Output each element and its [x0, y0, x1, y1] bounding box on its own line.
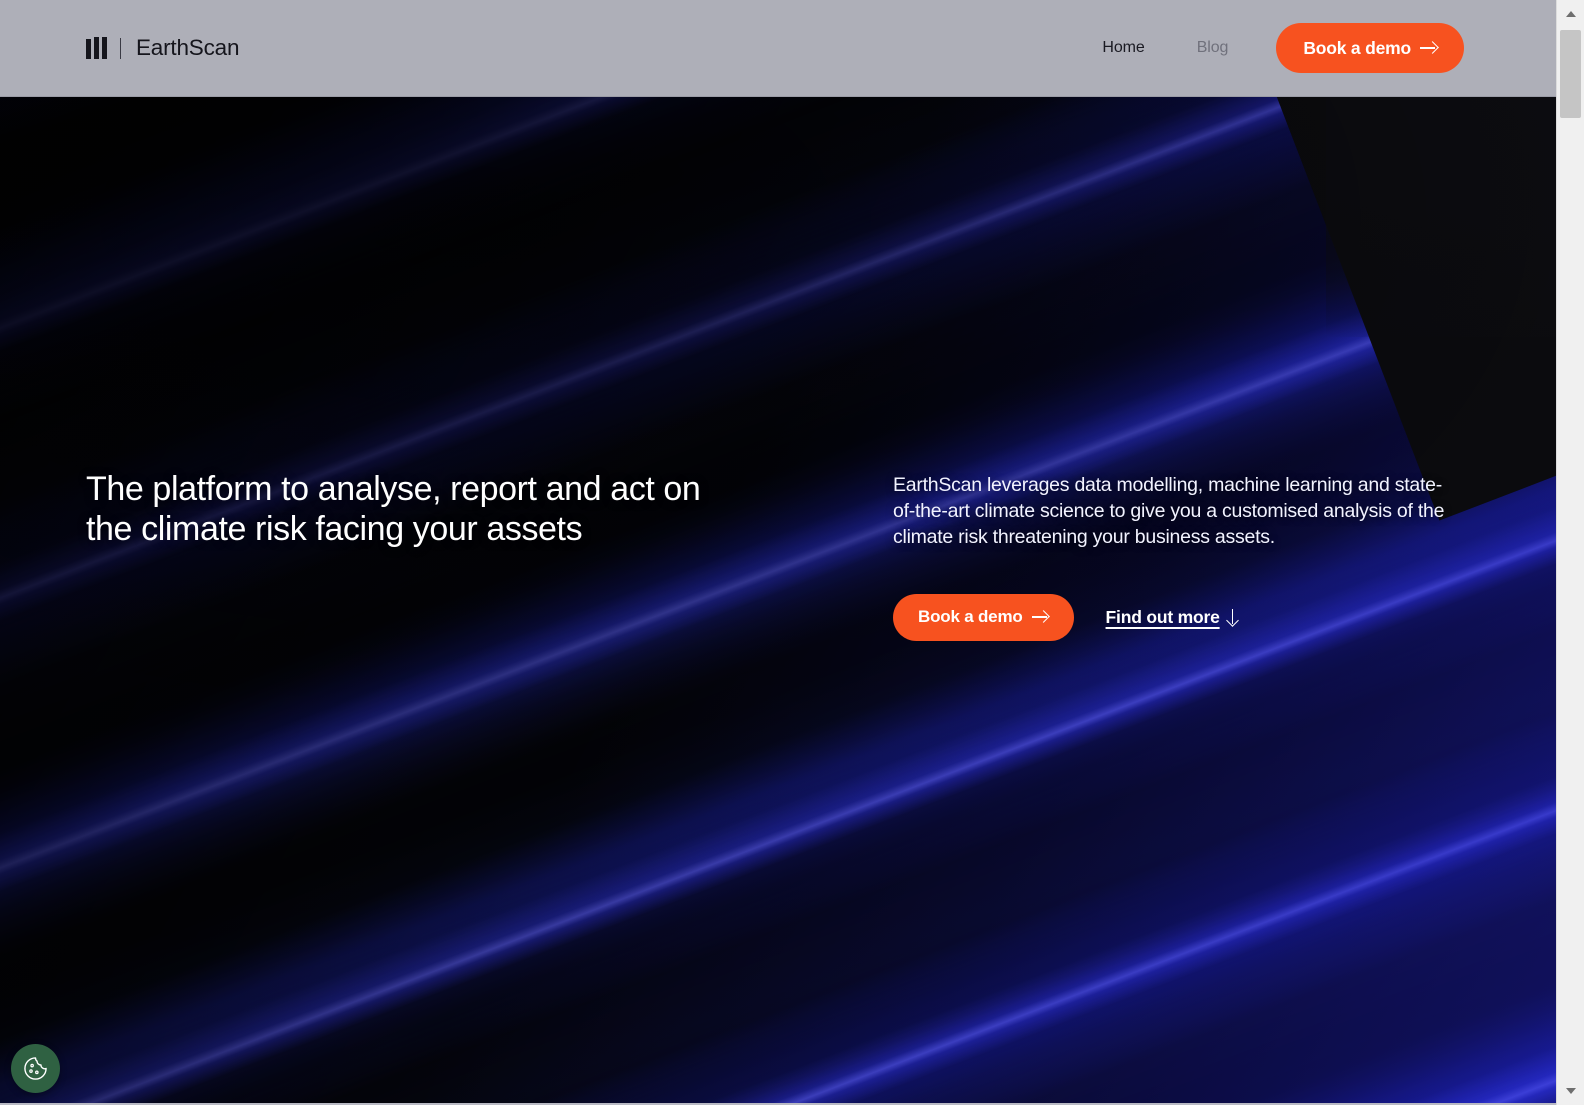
arrow-right-icon	[1031, 610, 1049, 624]
header-book-a-demo-button[interactable]: Book a demo	[1276, 23, 1464, 73]
nav-item-home[interactable]: Home	[1076, 39, 1170, 57]
earthscan-bars-logo-icon	[86, 37, 107, 59]
hero-book-a-demo-label: Book a demo	[918, 607, 1023, 627]
hero-book-a-demo-button[interactable]: Book a demo	[893, 593, 1074, 641]
header-book-a-demo-label: Book a demo	[1303, 37, 1411, 58]
cookie-preferences-button[interactable]	[11, 1044, 60, 1093]
hero-body-text: EarthScan leverages data modelling, mach…	[893, 474, 1445, 548]
find-out-more-link[interactable]: Find out more	[1106, 607, 1240, 628]
cookie-icon	[24, 1057, 47, 1080]
scrollbar-thumb[interactable]	[1560, 30, 1581, 118]
nav-item-blog[interactable]: Blog	[1171, 39, 1255, 57]
vertical-scrollbar[interactable]	[1556, 0, 1584, 1105]
brand-logo-link[interactable]: EarthScan	[86, 35, 239, 61]
primary-navigation: Home Blog Book a demo	[1076, 23, 1464, 73]
scroll-down-arrow-icon[interactable]	[1557, 1077, 1584, 1105]
hero-content: The platform to analyse, report and act …	[0, 97, 1556, 1105]
scroll-up-arrow-icon[interactable]	[1557, 0, 1584, 28]
site-header: EarthScan Home Blog Book a demo	[0, 0, 1556, 97]
arrow-down-icon	[1226, 608, 1240, 626]
hero-section: The platform to analyse, report and act …	[0, 97, 1556, 1105]
brand-name: EarthScan	[136, 35, 240, 60]
find-out-more-label: Find out more	[1105, 606, 1220, 627]
brand-divider	[120, 37, 121, 59]
hero-right-column: EarthScan leverages data modelling, mach…	[893, 473, 1453, 641]
hero-headline: The platform to analyse, report and act …	[86, 470, 701, 548]
browser-viewport: EarthScan Home Blog Book a demo The plat…	[0, 0, 1584, 1105]
arrow-right-icon	[1420, 41, 1437, 55]
page-content: EarthScan Home Blog Book a demo The plat…	[0, 0, 1556, 1105]
hero-cta-row: Book a demo Find out more	[893, 593, 1453, 641]
